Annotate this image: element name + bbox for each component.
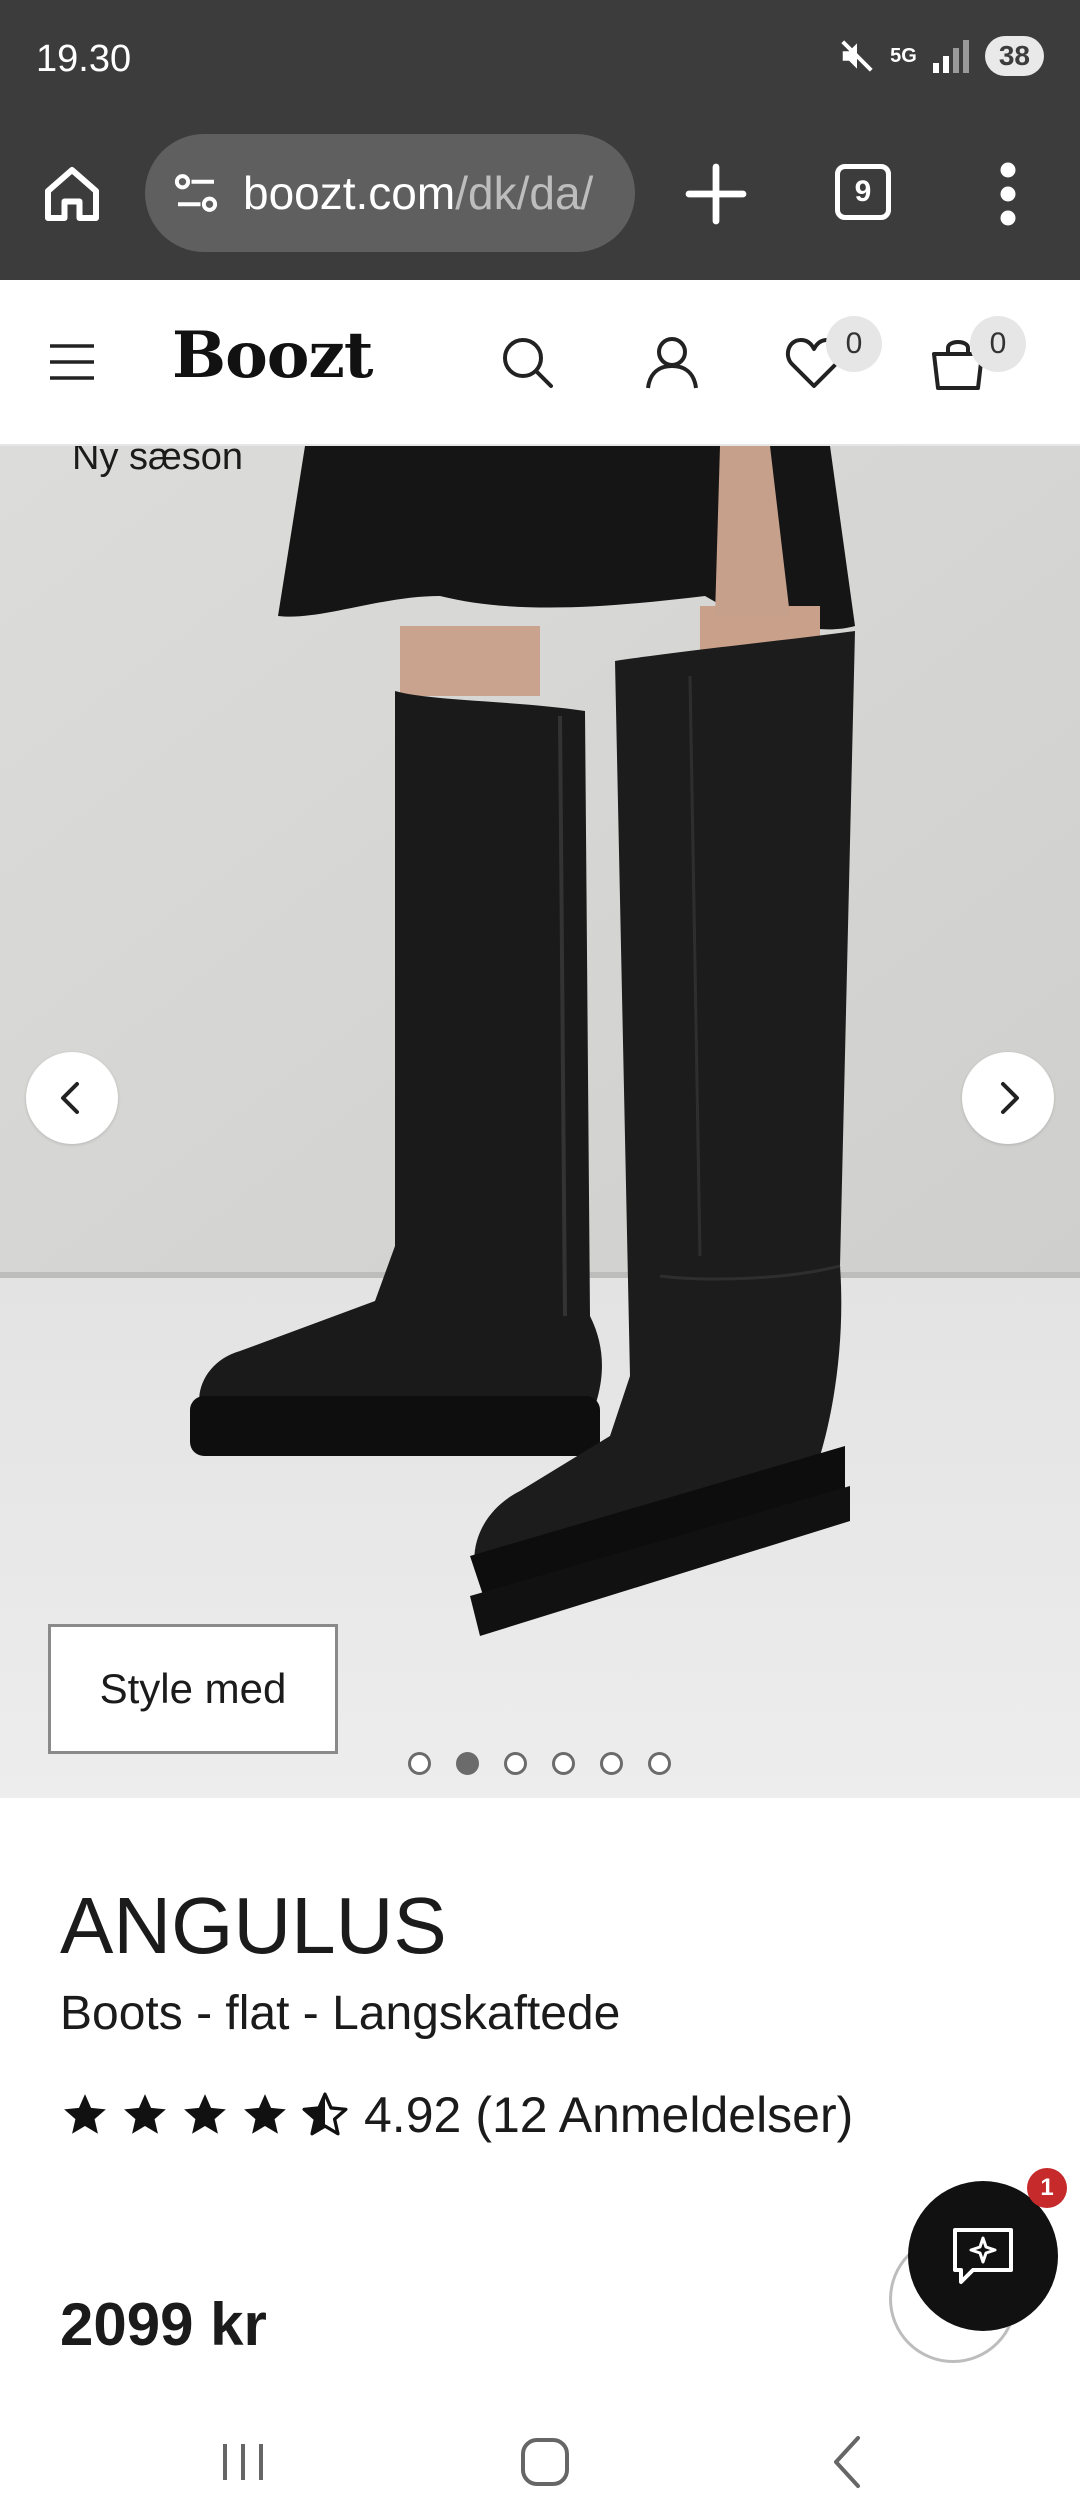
status-bar: 19.30 5G 38 [0,0,1080,120]
carousel-pagination [408,1752,671,1775]
product-image-carousel[interactable]: Ny sæson Style med [0,446,1080,1798]
star-icon [124,2094,166,2134]
back-nav-icon[interactable] [808,2422,888,2502]
carousel-dot-active[interactable] [456,1752,479,1775]
home-nav-icon[interactable] [505,2422,585,2502]
chat-notification-badge: 1 [1027,2168,1067,2208]
wishlist-count-badge: 0 [826,316,882,372]
carousel-next-button[interactable] [962,1052,1054,1144]
signal-icon [932,40,969,73]
carousel-dot[interactable] [504,1752,527,1775]
style-with-button[interactable]: Style med [48,1624,338,1754]
rating-row[interactable]: 4.92 (12 Anmeldelser) [60,2085,853,2145]
system-nav-bar [0,2400,1080,2520]
home-icon[interactable] [36,158,108,230]
tabs-icon[interactable]: 9 [835,164,891,220]
chevron-right-icon [1001,1082,1019,1114]
recent-apps-icon[interactable] [203,2422,283,2502]
chat-sparkle-icon [953,2228,1013,2284]
half-star-icon [302,2092,348,2136]
star-icon [184,2094,226,2134]
url-text: boozt.com/dk/da/ [243,166,593,220]
plus-icon[interactable] [680,158,752,230]
site-header: Boozt 0 0 [0,280,1080,446]
network-label: 5G [890,45,917,67]
url-bar[interactable]: boozt.com/dk/da/ [145,134,635,252]
new-season-badge: Ny sæson [72,446,244,478]
star-rating [60,2090,350,2140]
site-logo[interactable]: Boozt [172,318,373,393]
product-name: Boots - flat - Langskaftede [60,1987,621,2040]
more-vert-icon[interactable] [990,158,1026,230]
site-settings-icon[interactable] [169,166,223,220]
carousel-dot[interactable] [408,1752,431,1775]
cart-count-badge: 0 [970,316,1026,372]
product-price: 2099 kr [60,2291,267,2358]
user-icon[interactable] [640,330,704,394]
search-icon[interactable] [495,330,559,394]
mute-icon [841,40,873,72]
url-path: /dk/da/ [455,167,594,219]
star-icon [64,2094,106,2134]
status-time: 19.30 [36,38,132,80]
product-brand[interactable]: ANGULUS [60,1880,447,1972]
carousel-prev-button[interactable] [26,1052,118,1144]
review-count-link[interactable]: (12 Anmeldelser) [475,2086,853,2144]
battery-icon: 38 [984,36,1044,76]
rating-value: 4.92 [364,2087,462,2143]
chevron-left-icon [61,1082,79,1114]
browser-toolbar: boozt.com/dk/da/ 9 [0,120,1080,280]
star-icon [244,2094,286,2134]
status-icons: 5G 38 [838,36,1044,76]
product-photo [0,446,1080,1798]
carousel-dot[interactable] [648,1752,671,1775]
carousel-dot[interactable] [600,1752,623,1775]
carousel-dot[interactable] [552,1752,575,1775]
url-domain: boozt.com [243,167,456,219]
hamburger-icon[interactable] [48,338,96,386]
